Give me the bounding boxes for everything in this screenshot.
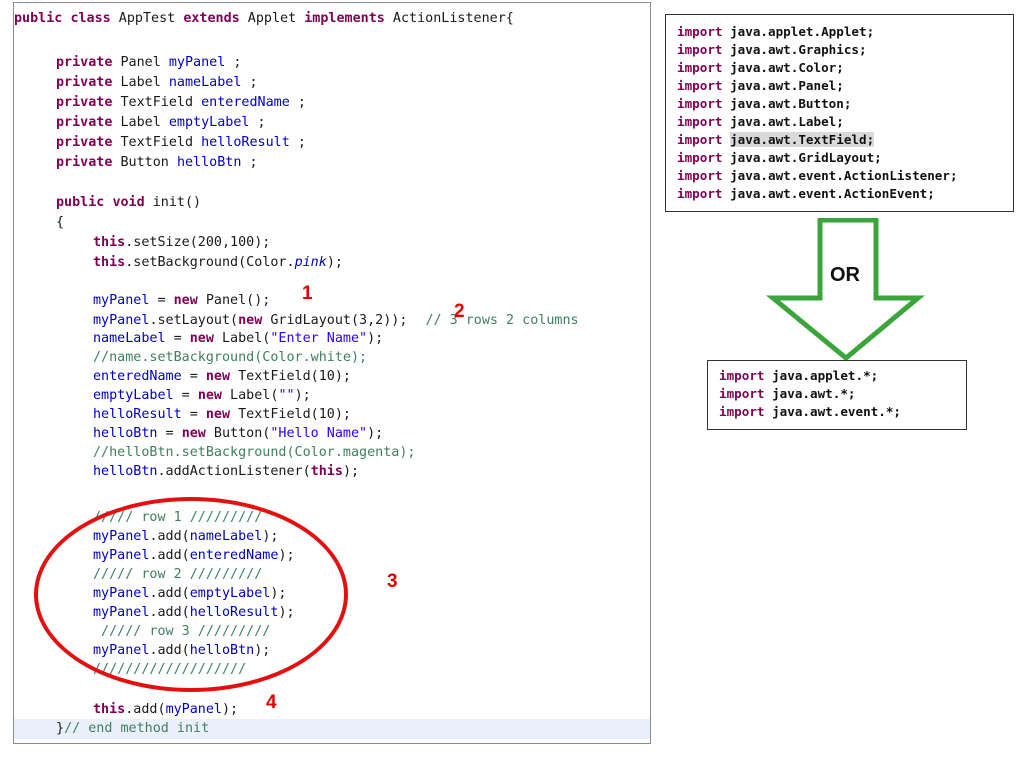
import-line: import java.awt.event.ActionListener; bbox=[677, 168, 958, 183]
code-line-comment: //helloBtn.setBackground(Color.magenta); bbox=[93, 445, 416, 460]
code-line-field: private Button helloBtn ; bbox=[56, 155, 258, 170]
import-line: import java.applet.Applet; bbox=[677, 24, 875, 39]
or-arrow: OR bbox=[760, 217, 930, 362]
code-line-new-panel: myPanel = new Panel(); bbox=[93, 293, 271, 308]
code-line-field: private Panel myPanel ; bbox=[56, 55, 242, 70]
import-line: import java.awt.Panel; bbox=[677, 78, 844, 93]
import-line: import java.awt.event.ActionEvent; bbox=[677, 186, 935, 201]
code-line-end-method: }// end method init bbox=[14, 719, 650, 739]
imports-wildcard-box: import java.applet.*; import java.awt.*;… bbox=[707, 360, 967, 430]
imports-full-box: import java.applet.Applet; import java.a… bbox=[665, 14, 1014, 212]
import-line: import java.awt.event.*; bbox=[719, 404, 901, 419]
import-line: import java.applet.*; bbox=[719, 368, 879, 383]
annotation-number: 3 bbox=[387, 571, 398, 592]
annotation-number: 4 bbox=[266, 692, 277, 713]
import-line: import java.awt.Graphics; bbox=[677, 42, 867, 57]
import-line: import java.awt.Label; bbox=[677, 114, 844, 129]
code-line-add-listener: helloBtn.addActionListener(this); bbox=[93, 464, 360, 479]
import-line: import java.awt.Color; bbox=[677, 60, 844, 75]
code-line-hello-btn: helloBtn = new Button("Hello Name"); bbox=[93, 426, 384, 441]
code-line-set-background: this.setBackground(Color.pink); bbox=[93, 255, 343, 270]
code-line-brace: { bbox=[56, 215, 65, 230]
annotation-number: 1 bbox=[302, 283, 313, 304]
code-line-init-decl: public void init() bbox=[56, 195, 202, 210]
or-label: OR bbox=[830, 264, 860, 286]
code-line-field: private TextField enteredName ; bbox=[56, 95, 306, 110]
annotation-number: 2 bbox=[454, 301, 465, 322]
highlight-ellipse bbox=[34, 497, 348, 692]
code-line-field: private TextField helloResult ; bbox=[56, 135, 306, 150]
code-line-field: private Label emptyLabel ; bbox=[56, 115, 266, 130]
code-line-name-label: nameLabel = new Label("Enter Name"); bbox=[93, 331, 384, 346]
code-line-set-size: this.setSize(200,100); bbox=[93, 235, 271, 250]
code-line-field: private Label nameLabel ; bbox=[56, 75, 258, 90]
code-line-entered-name: enteredName = new TextField(10); bbox=[93, 369, 351, 384]
selected-text: java.awt.TextField; bbox=[730, 132, 875, 147]
import-line: import java.awt.*; bbox=[719, 386, 856, 401]
code-line-class-decl: public class AppTest extends Applet impl… bbox=[14, 11, 514, 26]
down-arrow-icon bbox=[766, 217, 925, 362]
code-line-empty-label: emptyLabel = new Label(""); bbox=[93, 388, 311, 403]
code-line-set-layout: myPanel.setLayout(new GridLayout(3,2)); /… bbox=[93, 313, 579, 328]
import-line: import java.awt.Button; bbox=[677, 96, 852, 111]
code-line-hello-result: helloResult = new TextField(10); bbox=[93, 407, 351, 422]
code-line-comment: //name.setBackground(Color.white); bbox=[93, 350, 368, 365]
import-line: import java.awt.GridLayout; bbox=[677, 150, 882, 165]
import-line: import java.awt.TextField; bbox=[677, 132, 875, 147]
code-line-this-add: this.add(myPanel); bbox=[93, 702, 239, 717]
